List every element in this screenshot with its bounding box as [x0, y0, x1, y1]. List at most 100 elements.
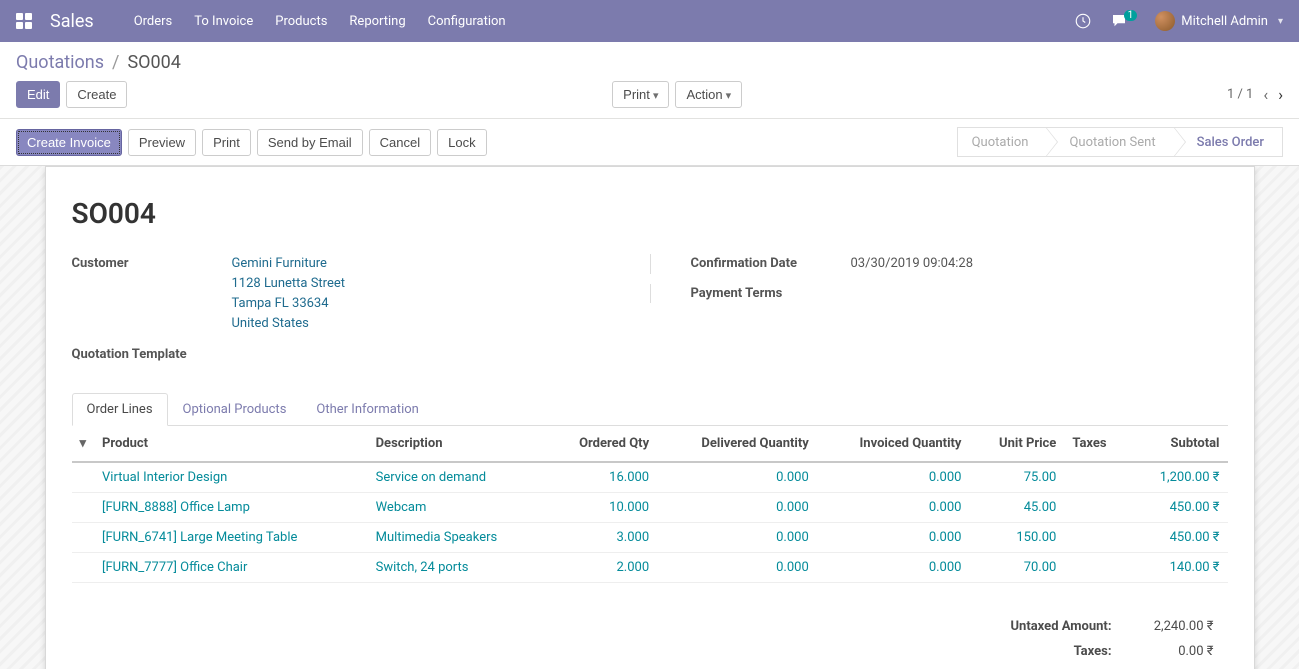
cell-invoiced: 0.000: [817, 462, 970, 493]
customer-address-line1: 1128 Lunetta Street: [232, 274, 346, 294]
cell-delivered: 0.000: [657, 552, 817, 582]
taxes-label: Taxes:: [998, 640, 1123, 663]
cell-delivered: 0.000: [657, 492, 817, 522]
create-button[interactable]: Create: [66, 81, 127, 108]
tab-order-lines[interactable]: Order Lines: [72, 393, 168, 426]
lock-button[interactable]: Lock: [437, 129, 486, 156]
breadcrumb: Quotations / SO004: [16, 52, 1283, 73]
user-name: Mitchell Admin: [1181, 14, 1268, 29]
customer-address-line2: Tampa FL 33634: [232, 294, 346, 314]
cell-subtotal: 450.00 ₹: [1129, 492, 1227, 522]
chevron-down-icon[interactable]: [80, 436, 87, 451]
cell-ordered: 10.000: [546, 492, 657, 522]
cell-unit-price: 75.00: [969, 462, 1064, 493]
print-dropdown[interactable]: Print: [612, 81, 669, 108]
breadcrumb-root[interactable]: Quotations: [16, 52, 104, 73]
confirmation-date-label: Confirmation Date: [691, 254, 851, 273]
cell-product[interactable]: [FURN_8888] Office Lamp: [94, 492, 368, 522]
nav-menu: Orders To Invoice Products Reporting Con…: [134, 14, 1074, 29]
edit-button[interactable]: Edit: [16, 81, 60, 108]
cell-subtotal: 450.00 ₹: [1129, 522, 1227, 552]
untaxed-label: Untaxed Amount:: [998, 615, 1123, 638]
col-taxes[interactable]: Taxes: [1064, 426, 1129, 462]
col-delivered[interactable]: Delivered Quantity: [657, 426, 817, 462]
nav-orders[interactable]: Orders: [134, 14, 173, 29]
cell-invoiced: 0.000: [817, 492, 970, 522]
col-subtotal[interactable]: Subtotal: [1129, 426, 1227, 462]
cell-taxes: [1064, 522, 1129, 552]
breadcrumb-separator: /: [112, 52, 119, 73]
cell-description: Multimedia Speakers: [368, 522, 546, 552]
table-row[interactable]: [FURN_8888] Office LampWebcam10.0000.000…: [72, 492, 1228, 522]
cell-delivered: 0.000: [657, 522, 817, 552]
cell-description: Switch, 24 ports: [368, 552, 546, 582]
pager-prev-icon[interactable]: ‹: [1263, 85, 1268, 104]
status-quotation[interactable]: Quotation: [957, 127, 1048, 157]
col-product[interactable]: Product: [94, 426, 368, 462]
tab-other-information[interactable]: Other Information: [301, 393, 433, 426]
payment-terms-label: Payment Terms: [691, 284, 851, 303]
avatar: [1155, 11, 1175, 31]
cell-ordered: 2.000: [546, 552, 657, 582]
user-menu[interactable]: Mitchell Admin: [1155, 11, 1283, 31]
status-sales-order[interactable]: Sales Order: [1175, 127, 1283, 157]
col-description[interactable]: Description: [368, 426, 546, 462]
cell-delivered: 0.000: [657, 462, 817, 493]
messages-icon[interactable]: 1: [1110, 12, 1138, 30]
cell-ordered: 16.000: [546, 462, 657, 493]
cell-unit-price: 45.00: [969, 492, 1064, 522]
messages-count: 1: [1124, 10, 1138, 21]
content-area[interactable]: SO004 Customer Gemini Furniture 1128 Lun…: [0, 166, 1299, 669]
col-ordered[interactable]: Ordered Qty: [546, 426, 657, 462]
order-lines-table: Product Description Ordered Qty Delivere…: [72, 426, 1228, 583]
confirmation-date-value: 03/30/2019 09:04:28: [851, 254, 1228, 274]
send-email-button[interactable]: Send by Email: [257, 129, 363, 156]
nav-configuration[interactable]: Configuration: [428, 14, 506, 29]
tab-optional-products[interactable]: Optional Products: [168, 393, 302, 426]
customer-label: Customer: [72, 254, 232, 273]
apps-icon[interactable]: [16, 13, 32, 29]
untaxed-value: 2,240.00 ₹: [1126, 615, 1226, 638]
preview-button[interactable]: Preview: [128, 129, 196, 156]
customer-country: United States: [232, 314, 346, 334]
pager-next-icon[interactable]: ›: [1278, 85, 1283, 104]
col-invoiced[interactable]: Invoiced Quantity: [817, 426, 970, 462]
cell-subtotal: 140.00 ₹: [1129, 552, 1227, 582]
pager-text: 1 / 1: [1227, 87, 1253, 102]
create-invoice-button[interactable]: Create Invoice: [16, 129, 122, 156]
cell-product[interactable]: [FURN_7777] Office Chair: [94, 552, 368, 582]
nav-reporting[interactable]: Reporting: [349, 14, 405, 29]
nav-products[interactable]: Products: [275, 14, 327, 29]
top-navbar: Sales Orders To Invoice Products Reporti…: [0, 0, 1299, 42]
cell-invoiced: 0.000: [817, 552, 970, 582]
action-dropdown[interactable]: Action: [675, 81, 742, 108]
app-name[interactable]: Sales: [50, 11, 94, 32]
totals: Untaxed Amount: 2,240.00 ₹ Taxes: 0.00 ₹: [72, 613, 1228, 665]
col-unit-price[interactable]: Unit Price: [969, 426, 1064, 462]
activity-icon[interactable]: [1074, 12, 1092, 30]
action-bar: Create Invoice Preview Print Send by Ema…: [0, 119, 1299, 166]
cell-product[interactable]: Virtual Interior Design: [94, 462, 368, 493]
cell-taxes: [1064, 492, 1129, 522]
status-sent[interactable]: Quotation Sent: [1047, 127, 1174, 157]
customer-name[interactable]: Gemini Furniture: [232, 254, 346, 274]
quotation-template-label: Quotation Template: [72, 345, 232, 364]
table-row[interactable]: [FURN_7777] Office ChairSwitch, 24 ports…: [72, 552, 1228, 582]
page-title: SO004: [72, 197, 1228, 230]
cell-ordered: 3.000: [546, 522, 657, 552]
cell-unit-price: 70.00: [969, 552, 1064, 582]
cell-description: Service on demand: [368, 462, 546, 493]
cell-invoiced: 0.000: [817, 522, 970, 552]
cancel-button[interactable]: Cancel: [369, 129, 431, 156]
taxes-value: 0.00 ₹: [1126, 640, 1226, 663]
table-row[interactable]: [FURN_6741] Large Meeting TableMultimedi…: [72, 522, 1228, 552]
table-row[interactable]: Virtual Interior DesignService on demand…: [72, 462, 1228, 493]
nav-to-invoice[interactable]: To Invoice: [194, 14, 253, 29]
form-sheet: SO004 Customer Gemini Furniture 1128 Lun…: [45, 166, 1255, 669]
breadcrumb-current: SO004: [127, 52, 180, 73]
cell-product[interactable]: [FURN_6741] Large Meeting Table: [94, 522, 368, 552]
tabs: Order Lines Optional Products Other Info…: [72, 392, 1228, 426]
cell-subtotal: 1,200.00 ₹: [1129, 462, 1227, 493]
cell-taxes: [1064, 552, 1129, 582]
print-button[interactable]: Print: [202, 129, 251, 156]
